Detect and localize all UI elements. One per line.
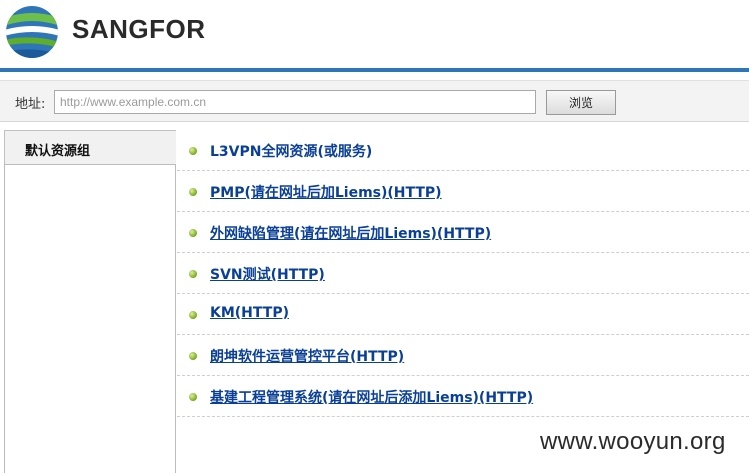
bullet-icon (189, 393, 197, 401)
list-item: L3VPN全网资源(或服务) (177, 130, 749, 171)
bullet-icon (189, 229, 197, 237)
divider (4, 164, 176, 165)
bullet-icon (189, 147, 197, 155)
list-item: 外网缺陷管理(请在网址后加Liems)(HTTP) (177, 212, 749, 253)
brand-name: SANGFOR (72, 14, 206, 44)
bullet-icon (189, 188, 197, 196)
address-input[interactable] (54, 90, 536, 114)
address-label: 地址: (15, 97, 46, 112)
bullet-icon (189, 311, 197, 319)
resource-link-pmp[interactable]: PMP(请在网址后加Liems)(HTTP) (210, 182, 442, 202)
resource-link-operations-platform[interactable]: 朗坤软件运营管控平台(HTTP) (210, 346, 404, 366)
divider (4, 164, 5, 473)
resource-link-l3vpn[interactable]: L3VPN全网资源(或服务) (210, 141, 372, 161)
resource-link-km[interactable]: KM(HTTP) (210, 305, 289, 321)
address-bar: 地址: 浏览 (0, 80, 749, 122)
resource-link-defect-management[interactable]: 外网缺陷管理(请在网址后加Liems)(HTTP) (210, 223, 491, 243)
browse-button[interactable]: 浏览 (546, 90, 616, 115)
resource-link-svn[interactable]: SVN测试(HTTP) (210, 264, 325, 284)
bullet-icon (189, 352, 197, 360)
list-item: KM(HTTP) (177, 294, 749, 335)
bullet-icon (189, 270, 197, 278)
list-item: 基建工程管理系统(请在网址后添加Liems)(HTTP) (177, 376, 749, 417)
header: SANGFOR (0, 0, 749, 68)
sidebar: 默认资源组 (0, 130, 176, 473)
header-divider (0, 68, 749, 72)
list-item: PMP(请在网址后加Liems)(HTTP) (177, 171, 749, 212)
watermark: www.wooyun.org (540, 428, 726, 455)
list-item: 朗坤软件运营管控平台(HTTP) (177, 335, 749, 376)
list-item: SVN测试(HTTP) (177, 253, 749, 294)
resource-link-construction-management[interactable]: 基建工程管理系统(请在网址后添加Liems)(HTTP) (210, 387, 533, 407)
sidebar-tab-label: 默认资源组 (25, 144, 91, 159)
resource-list: L3VPN全网资源(或服务) PMP(请在网址后加Liems)(HTTP) 外网… (177, 130, 749, 473)
sangfor-globe-logo-icon (6, 6, 58, 58)
sidebar-tab-default-resource-group[interactable]: 默认资源组 (4, 130, 176, 164)
